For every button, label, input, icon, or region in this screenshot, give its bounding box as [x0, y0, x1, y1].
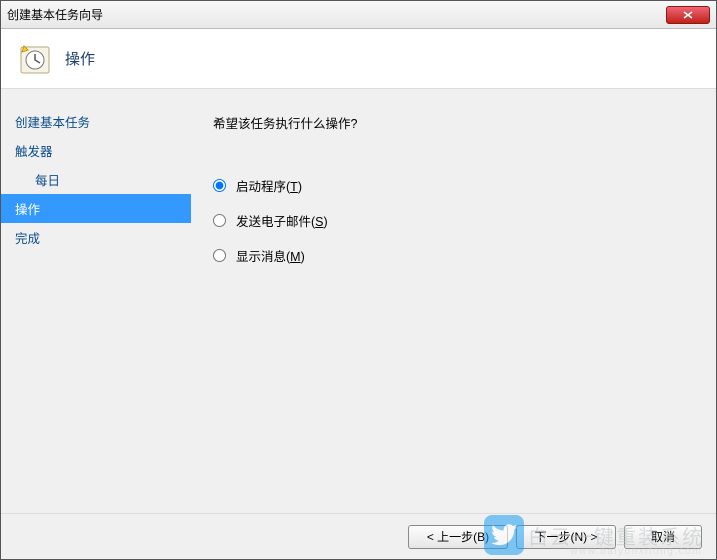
cancel-button[interactable]: 取消	[624, 525, 702, 549]
sidebar-item-4[interactable]: 完成	[1, 223, 191, 252]
page-title: 操作	[65, 48, 95, 69]
back-button[interactable]: < 上一步(B)	[408, 525, 508, 549]
sidebar-item-1[interactable]: 触发器	[1, 136, 191, 165]
window-title: 创建基本任务向导	[7, 6, 103, 23]
titlebar: 创建基本任务向导	[1, 1, 716, 29]
radio-label-0[interactable]: 启动程序(T)	[236, 176, 302, 195]
radio-0[interactable]	[213, 179, 226, 192]
radio-label-2[interactable]: 显示消息(M)	[236, 246, 305, 265]
sidebar: 创建基本任务触发器每日操作完成	[1, 89, 191, 513]
close-button[interactable]	[666, 6, 710, 24]
footer: < 上一步(B) 下一步(N) > 取消 白云一键重装系统 www.baiyun…	[1, 513, 716, 559]
wizard-window: 创建基本任务向导 操作 创建基本任务触发器每日操作完成 希望该任务执行什么操作?…	[0, 0, 717, 560]
radio-1[interactable]	[213, 214, 226, 227]
next-button[interactable]: 下一步(N) >	[516, 525, 616, 549]
content-panel: 希望该任务执行什么操作? 启动程序(T) 发送电子邮件(S) 显示消息(M)	[191, 89, 716, 513]
sidebar-item-3[interactable]: 操作	[1, 194, 191, 223]
question-text: 希望该任务执行什么操作?	[213, 113, 694, 132]
wizard-body: 创建基本任务触发器每日操作完成 希望该任务执行什么操作? 启动程序(T) 发送电子…	[1, 89, 716, 513]
sidebar-item-2[interactable]: 每日	[1, 165, 191, 194]
radio-label-1[interactable]: 发送电子邮件(S)	[236, 211, 328, 230]
radio-row-2: 显示消息(M)	[213, 238, 694, 273]
radio-group: 启动程序(T) 发送电子邮件(S) 显示消息(M)	[213, 168, 694, 273]
radio-row-1: 发送电子邮件(S)	[213, 203, 694, 238]
clock-icon	[19, 43, 51, 75]
radio-2[interactable]	[213, 249, 226, 262]
sidebar-item-0[interactable]: 创建基本任务	[1, 107, 191, 136]
radio-row-0: 启动程序(T)	[213, 168, 694, 203]
wizard-header: 操作	[1, 29, 716, 89]
